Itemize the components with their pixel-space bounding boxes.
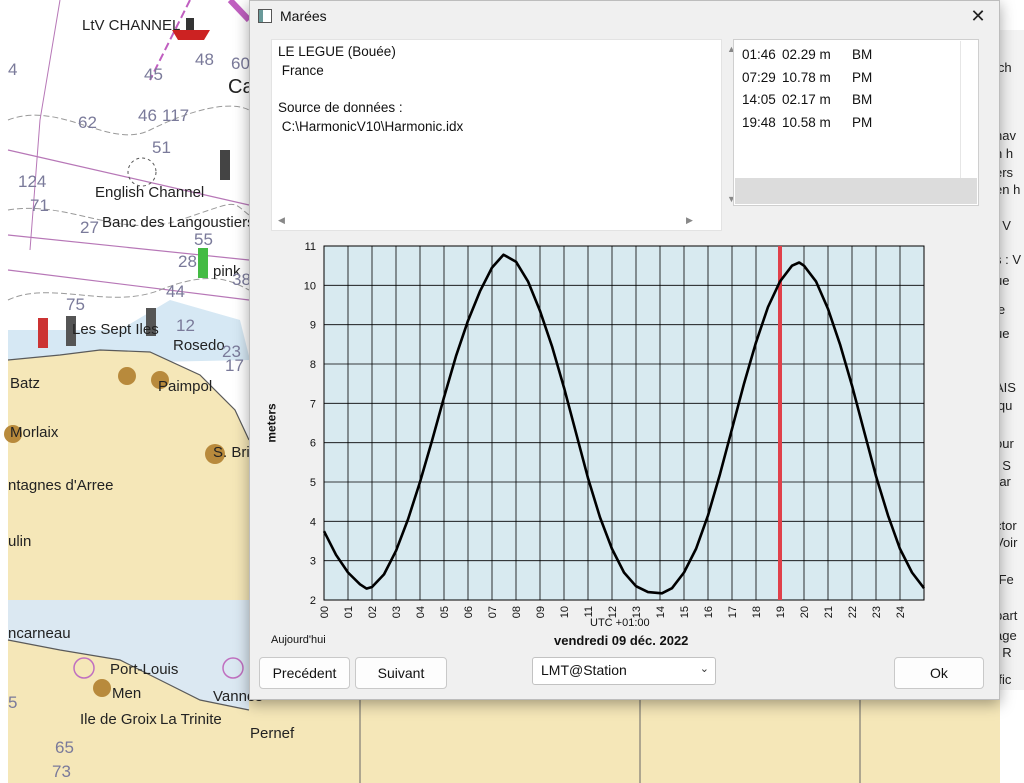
- x-tick-label: 24: [895, 606, 907, 618]
- y-tick-label: 11: [305, 241, 316, 253]
- timezone-select-value: LMT@Station: [541, 662, 627, 678]
- dialog-title: Marées: [280, 8, 327, 24]
- y-tick-label: 5: [310, 477, 316, 489]
- y-tick-label: 4: [310, 516, 316, 528]
- y-tick-label: 9: [310, 320, 316, 332]
- x-tick-label: 16: [703, 606, 715, 618]
- data-source-label: Source de données :: [278, 100, 403, 115]
- date-label: vendredi 09 déc. 2022: [554, 633, 689, 648]
- tide-list-item[interactable]: 14:05 02.17 m BM: [742, 92, 882, 107]
- tide-height: 02.29 m: [782, 47, 831, 62]
- tide-time: 07:29: [742, 69, 776, 85]
- y-tick-label: 7: [310, 398, 316, 410]
- x-tick-label: 01: [343, 606, 355, 618]
- y-tick-label: 2: [310, 595, 316, 607]
- x-tick-label: 10: [559, 606, 571, 618]
- y-tick-label: 6: [310, 438, 316, 450]
- tide-chart-svg: 23456789101100 01 02 03 04 05 06 07 08 09 10 11 12 13…: [304, 241, 926, 618]
- x-tick-label: 15: [679, 606, 691, 618]
- chevron-down-icon: ⌄: [699, 663, 709, 675]
- x-tick-label: 09: [535, 606, 547, 618]
- previous-button[interactable]: Precédent: [259, 657, 350, 689]
- current-time-marker: [778, 246, 782, 600]
- scroll-left-icon[interactable]: ◀: [278, 215, 285, 226]
- tide-list-item[interactable]: 01:46 02.29 m BM: [742, 47, 882, 62]
- x-tick-label: 08: [511, 606, 523, 618]
- scroll-right-icon[interactable]: ▶: [686, 215, 693, 226]
- tide-time: 14:05: [742, 92, 776, 107]
- x-tick-label: 05: [439, 606, 451, 618]
- station-info-textarea[interactable]: LE LEGUE (Bouée) France Source de donnée…: [271, 39, 736, 231]
- x-tick-label: 03: [391, 606, 403, 618]
- y-tick-label: 3: [310, 556, 316, 568]
- today-label: Aujourd'hui: [271, 634, 326, 646]
- title-bar[interactable]: Marées ✕: [250, 1, 999, 33]
- next-button[interactable]: Suivant: [355, 657, 447, 689]
- x-tick-label: 22: [847, 606, 859, 618]
- tide-height: 10.78 m: [782, 69, 831, 85]
- tide-type: PM: [852, 114, 873, 130]
- x-tick-label: 14: [655, 606, 667, 618]
- tide-list-item[interactable]: 19:48 10.58 m PM: [742, 115, 882, 130]
- tide-time: 19:48: [742, 114, 776, 130]
- x-tick-label: 04: [415, 606, 427, 618]
- list-divider: [960, 41, 961, 178]
- x-tick-label: 19: [775, 606, 787, 618]
- plot-area: [323, 245, 925, 601]
- x-tick-label: 21: [823, 606, 835, 618]
- list-empty-area: [735, 178, 977, 204]
- station-name: LE LEGUE (Bouée): [278, 44, 396, 59]
- tide-height: 10.58 m: [782, 114, 831, 130]
- tide-times-list[interactable]: 01:46 02.29 m BM 07:29 10.78 m PM 14:05 02.17 m…: [733, 39, 979, 206]
- app-icon: [258, 9, 272, 23]
- tide-chart: 2 3 4 5 6 7 8 9 10 11 00 01 02 03 04 05 06 07 08 09 10 11 12 13…: [250, 231, 999, 651]
- tide-height: 02.17 m: [782, 92, 831, 107]
- station-country: France: [278, 63, 324, 78]
- timezone-select[interactable]: LMT@Station ⌄: [532, 657, 716, 685]
- x-tick-label: 20: [799, 606, 811, 618]
- horizontal-scrollbar[interactable]: ◀ ▶: [272, 214, 721, 229]
- tide-list-item[interactable]: 07:29 10.78 m PM: [742, 70, 882, 85]
- x-tick-label: 11: [583, 606, 595, 617]
- tide-type: BM: [852, 47, 873, 62]
- tide-time: 01:46: [742, 47, 776, 62]
- x-tick-label: 06: [463, 606, 475, 618]
- ok-button[interactable]: Ok: [894, 657, 984, 689]
- x-tick-label: 23: [871, 606, 883, 618]
- y-axis-label: meters: [264, 403, 279, 443]
- tide-type: BM: [852, 92, 873, 107]
- tides-dialog: Marées ✕ LE LEGUE (Bouée) France Source …: [249, 0, 1000, 700]
- tide-type: PM: [852, 69, 873, 85]
- y-tick-label: 10: [304, 280, 316, 292]
- close-button[interactable]: ✕: [965, 4, 991, 28]
- x-tick-label: 00: [319, 606, 331, 618]
- x-tick-label: 07: [487, 606, 499, 618]
- data-source-path: C:\HarmonicV10\Harmonic.idx: [278, 119, 464, 134]
- x-tick-label: 02: [367, 606, 379, 618]
- y-tick-label: 8: [310, 359, 316, 371]
- timezone-label: UTC +01:00: [590, 617, 650, 629]
- x-tick-label: 18: [751, 606, 763, 618]
- x-tick-label: 17: [727, 606, 739, 618]
